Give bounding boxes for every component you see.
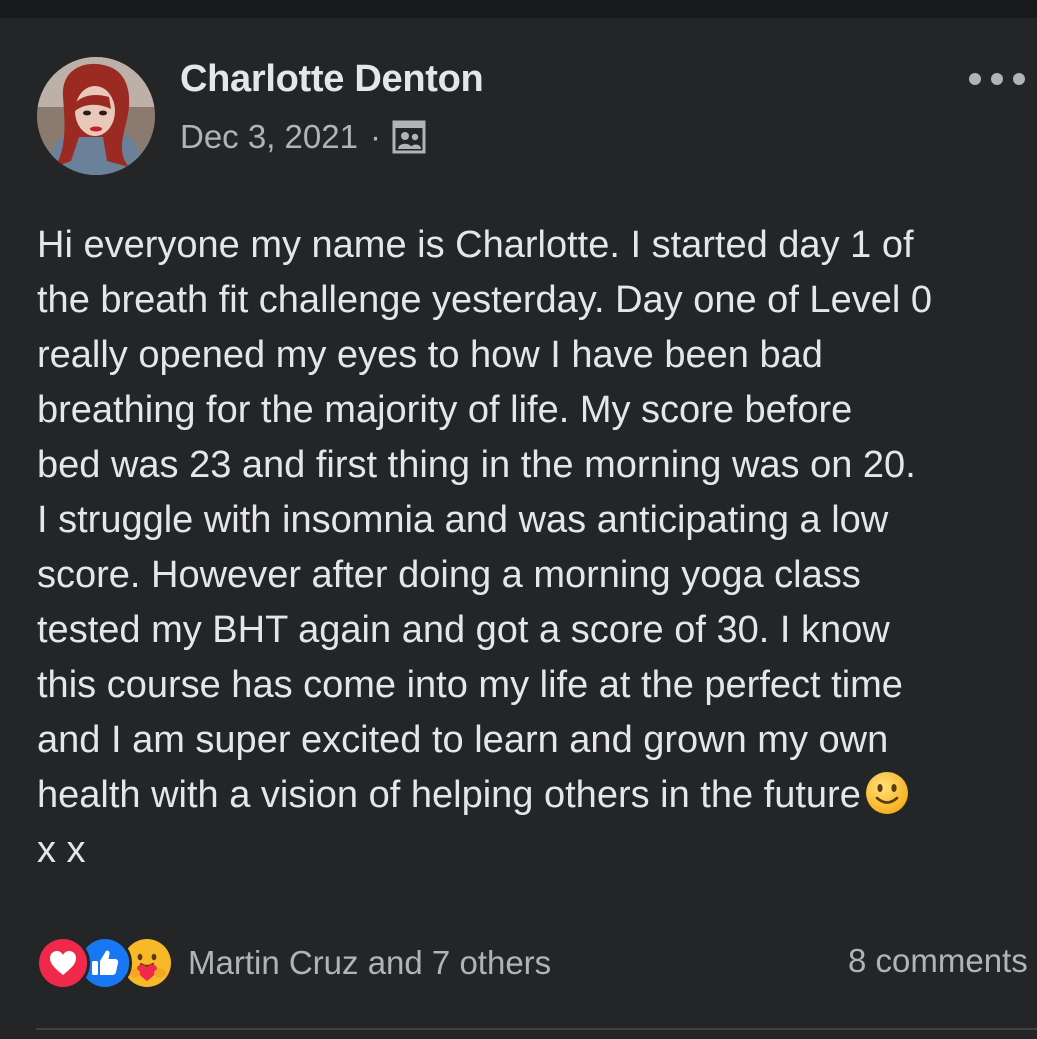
post-text-line: Hi everyone my name is Charlotte. I star… bbox=[37, 224, 914, 266]
author-name[interactable]: Charlotte Denton bbox=[180, 58, 484, 101]
top-bar bbox=[0, 0, 1037, 18]
slightly-smiling-face-icon bbox=[865, 771, 909, 815]
post-text-line-with-emoji: health with a vision of helping others i… bbox=[37, 768, 1037, 823]
more-options-button[interactable] bbox=[969, 66, 1025, 92]
meta-separator: · bbox=[369, 118, 381, 155]
post-text-line: x x bbox=[37, 829, 86, 871]
post-text-line: bed was 23 and first thing in the mornin… bbox=[37, 444, 916, 486]
post-text-line: the breath fit challenge yesterday. Day … bbox=[37, 279, 932, 321]
post-card: Charlotte Denton Dec 3, 2021 · Hi everyo… bbox=[0, 0, 1037, 1039]
post-text-line: and I am super excited to learn and grow… bbox=[37, 719, 889, 761]
post-date[interactable]: Dec 3, 2021 bbox=[180, 118, 358, 156]
post-text-line: health with a vision of helping others i… bbox=[37, 774, 861, 816]
more-dots-icon bbox=[991, 73, 1003, 85]
post-text-line: really opened my eyes to how I have been… bbox=[37, 334, 823, 376]
avatar-photo bbox=[37, 57, 155, 175]
post-text-line: breathing for the majority of life. My s… bbox=[37, 389, 853, 431]
post-text-line: this course has come into my life at the… bbox=[37, 664, 903, 706]
more-dots-icon bbox=[969, 73, 981, 85]
members-icon bbox=[391, 119, 427, 155]
avatar[interactable] bbox=[37, 57, 155, 175]
divider bbox=[36, 1028, 1037, 1030]
post-text-line: I struggle with insomnia and was anticip… bbox=[37, 499, 889, 541]
post-meta: Dec 3, 2021 · bbox=[180, 116, 427, 158]
reactions-summary[interactable]: Martin Cruz and 7 others bbox=[36, 936, 551, 990]
reactions-summary-text[interactable]: Martin Cruz and 7 others bbox=[188, 944, 551, 982]
post-text-line: tested my BHT again and got a score of 3… bbox=[37, 609, 890, 651]
post-body: Hi everyone my name is Charlotte. I star… bbox=[37, 218, 1037, 878]
comments-count[interactable]: 8 comments bbox=[848, 942, 1028, 980]
love-reaction-icon bbox=[36, 936, 90, 990]
more-dots-icon bbox=[1013, 73, 1025, 85]
post-text-line: score. However after doing a morning yog… bbox=[37, 554, 861, 596]
